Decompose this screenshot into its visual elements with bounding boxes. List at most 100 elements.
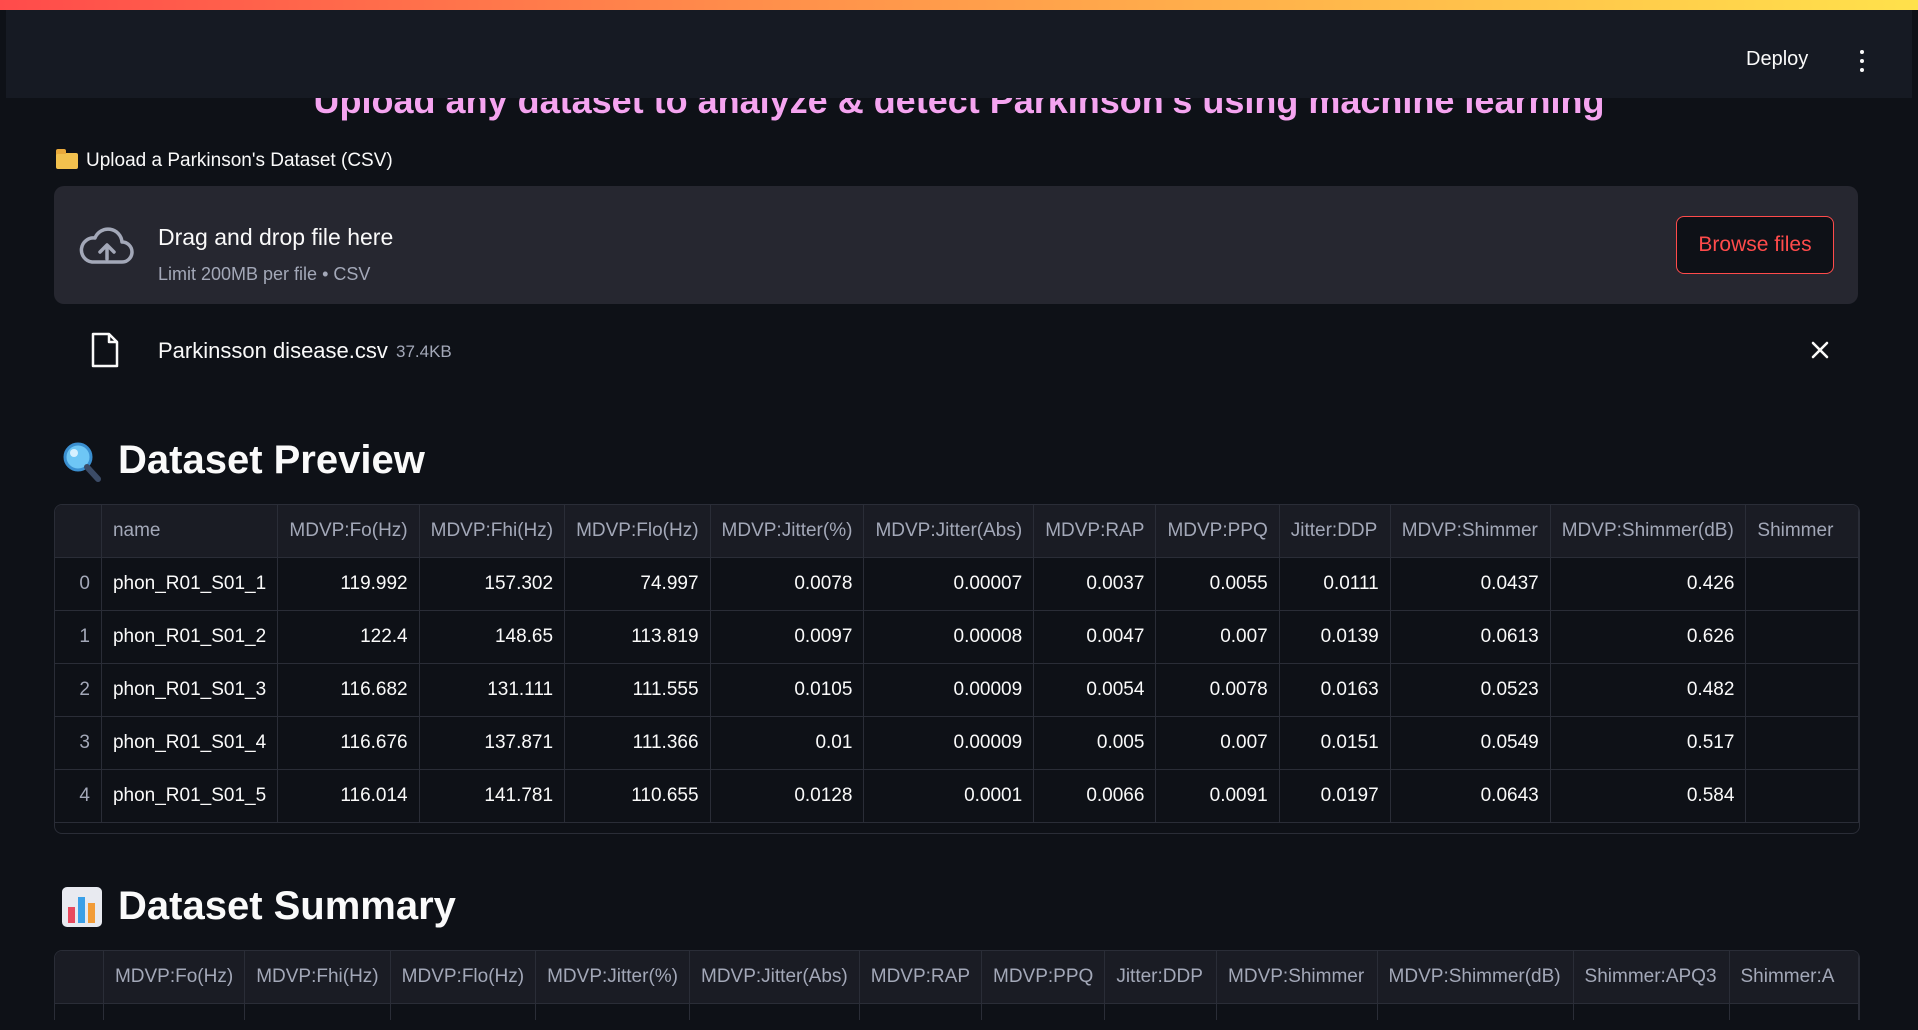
table-cell[interactable]: phon_R01_S01_3: [101, 663, 279, 717]
column-header[interactable]: MDVP:Flo(Hz): [390, 951, 537, 1004]
table-cell[interactable]: 116.014: [277, 769, 420, 823]
table-cell[interactable]: 0.0613: [1390, 610, 1551, 664]
table-cell[interactable]: 137.871: [419, 716, 566, 770]
column-header[interactable]: MDVP:PPQ: [981, 951, 1106, 1004]
table-cell[interactable]: 0.0643: [1390, 769, 1551, 823]
file-dropzone[interactable]: Drag and drop file here Limit 200MB per …: [54, 186, 1858, 304]
column-header[interactable]: name: [101, 505, 279, 558]
table-cell[interactable]: 0.482: [1550, 663, 1747, 717]
column-header[interactable]: MDVP:RAP: [1033, 505, 1157, 558]
column-header[interactable]: Jitter:DDP: [1104, 951, 1218, 1004]
table-cell[interactable]: phon_R01_S01_1: [101, 557, 279, 611]
table-cell[interactable]: [1745, 610, 1859, 664]
table-cell[interactable]: 0.007: [1155, 716, 1280, 770]
column-header[interactable]: MDVP:Jitter(%): [710, 505, 865, 558]
table-cell[interactable]: 0.0111: [1279, 557, 1391, 611]
table-cell[interactable]: 0.0047: [1033, 610, 1157, 664]
table-cell[interactable]: 116.676: [277, 716, 420, 770]
preview-heading: Dataset Preview: [60, 438, 425, 483]
table-cell[interactable]: 0.0066: [1033, 769, 1157, 823]
table-cell[interactable]: phon_R01_S01_5: [101, 769, 279, 823]
column-header[interactable]: Shimmer:APQ3: [1573, 951, 1730, 1004]
column-header[interactable]: MDVP:Shimmer: [1216, 951, 1378, 1004]
table-cell[interactable]: 0.0523: [1390, 663, 1551, 717]
column-header[interactable]: Shimmer: [1745, 505, 1859, 558]
table-cell[interactable]: 148.65: [419, 610, 566, 664]
column-header[interactable]: MDVP:RAP: [859, 951, 983, 1004]
table-cell[interactable]: 119.992: [277, 557, 420, 611]
table-cell[interactable]: 0.0055: [1155, 557, 1280, 611]
table-cell[interactable]: 0.0549: [1390, 716, 1551, 770]
preview-table[interactable]: name MDVP:Fo(Hz) MDVP:Fhi(Hz) MDVP:Flo(H…: [54, 504, 1860, 834]
column-header[interactable]: MDVP:Shimmer(dB): [1550, 505, 1747, 558]
table-cell[interactable]: 131.111: [419, 663, 566, 717]
table-cell[interactable]: 110.655: [564, 769, 711, 823]
column-header[interactable]: MDVP:Fo(Hz): [103, 951, 246, 1004]
table-cell[interactable]: 0.0091: [1155, 769, 1280, 823]
table-row[interactable]: 4 phon_R01_S01_5 116.014 141.781 110.655…: [55, 769, 1859, 823]
table-cell[interactable]: 0.0197: [1279, 769, 1391, 823]
table-cell[interactable]: 0.584: [1550, 769, 1747, 823]
table-cell[interactable]: 157.302: [419, 557, 566, 611]
table-cell[interactable]: 0.0139: [1279, 610, 1391, 664]
table-cell[interactable]: 122.4: [277, 610, 420, 664]
table-cell[interactable]: 0.0105: [710, 663, 865, 717]
table-cell[interactable]: 0.626: [1550, 610, 1747, 664]
table-cell[interactable]: 0.0128: [710, 769, 865, 823]
table-cell[interactable]: 0.0037: [1033, 557, 1157, 611]
table-row[interactable]: 2 phon_R01_S01_3 116.682 131.111 111.555…: [55, 663, 1859, 717]
table-cell[interactable]: 0.0054: [1033, 663, 1157, 717]
table-cell[interactable]: 141.781: [419, 769, 566, 823]
table-cell[interactable]: 0.007: [1155, 610, 1280, 664]
table-cell[interactable]: 0.0163: [1279, 663, 1391, 717]
close-icon[interactable]: [1806, 336, 1834, 364]
table-cell[interactable]: [1745, 716, 1859, 770]
column-header[interactable]: MDVP:Fo(Hz): [277, 505, 420, 558]
column-header[interactable]: MDVP:Flo(Hz): [564, 505, 711, 558]
table-cell[interactable]: phon_R01_S01_4: [101, 716, 279, 770]
column-header[interactable]: MDVP:Shimmer: [1390, 505, 1551, 558]
table-cell[interactable]: 0.0078: [710, 557, 865, 611]
column-header[interactable]: MDVP:Fhi(Hz): [244, 951, 391, 1004]
table-cell[interactable]: 0.0151: [1279, 716, 1391, 770]
row-index: 2: [55, 663, 102, 717]
top-decoration-bar: [0, 0, 1918, 10]
table-cell[interactable]: 0.00007: [863, 557, 1035, 611]
table-cell[interactable]: 0.517: [1550, 716, 1747, 770]
table-cell[interactable]: [1745, 769, 1859, 823]
table-cell[interactable]: [1745, 557, 1859, 611]
table-cell[interactable]: 0.0078: [1155, 663, 1280, 717]
table-cell[interactable]: 111.366: [564, 716, 711, 770]
column-header[interactable]: MDVP:Fhi(Hz): [419, 505, 566, 558]
table-cell[interactable]: phon_R01_S01_2: [101, 610, 279, 664]
table-cell[interactable]: 0.0097: [710, 610, 865, 664]
table-cell[interactable]: 116.682: [277, 663, 420, 717]
table-cell[interactable]: 0.00009: [863, 716, 1035, 770]
column-header[interactable]: MDVP:Jitter(%): [535, 951, 690, 1004]
table-cell[interactable]: 0.0001: [863, 769, 1035, 823]
column-header[interactable]: MDVP:Jitter(Abs): [689, 951, 860, 1004]
table-row[interactable]: 1 phon_R01_S01_2 122.4 148.65 113.819 0.…: [55, 610, 1859, 664]
table-cell[interactable]: 111.555: [564, 663, 711, 717]
table-cell[interactable]: 74.997: [564, 557, 711, 611]
table-cell[interactable]: 0.00009: [863, 663, 1035, 717]
column-header[interactable]: MDVP:Jitter(Abs): [863, 505, 1035, 558]
table-cell[interactable]: 0.01: [710, 716, 865, 770]
table-cell[interactable]: [1745, 663, 1859, 717]
table-cell[interactable]: 0.0437: [1390, 557, 1551, 611]
deploy-button[interactable]: Deploy: [1746, 48, 1808, 71]
column-header[interactable]: Jitter:DDP: [1279, 505, 1391, 558]
column-header[interactable]: Shimmer:A: [1729, 951, 1859, 1004]
browse-files-button[interactable]: Browse files: [1676, 216, 1834, 274]
main-menu-icon[interactable]: [1852, 50, 1872, 76]
table-row[interactable]: 0 phon_R01_S01_1 119.992 157.302 74.997 …: [55, 557, 1859, 611]
table-row[interactable]: [55, 1003, 1859, 1020]
column-header[interactable]: MDVP:Shimmer(dB): [1377, 951, 1574, 1004]
table-cell[interactable]: 0.426: [1550, 557, 1747, 611]
table-cell[interactable]: 113.819: [564, 610, 711, 664]
table-cell[interactable]: 0.005: [1033, 716, 1157, 770]
table-row[interactable]: 3 phon_R01_S01_4 116.676 137.871 111.366…: [55, 716, 1859, 770]
table-cell[interactable]: 0.00008: [863, 610, 1035, 664]
summary-table[interactable]: MDVP:Fo(Hz) MDVP:Fhi(Hz) MDVP:Flo(Hz) MD…: [54, 950, 1860, 1020]
column-header[interactable]: MDVP:PPQ: [1155, 505, 1280, 558]
